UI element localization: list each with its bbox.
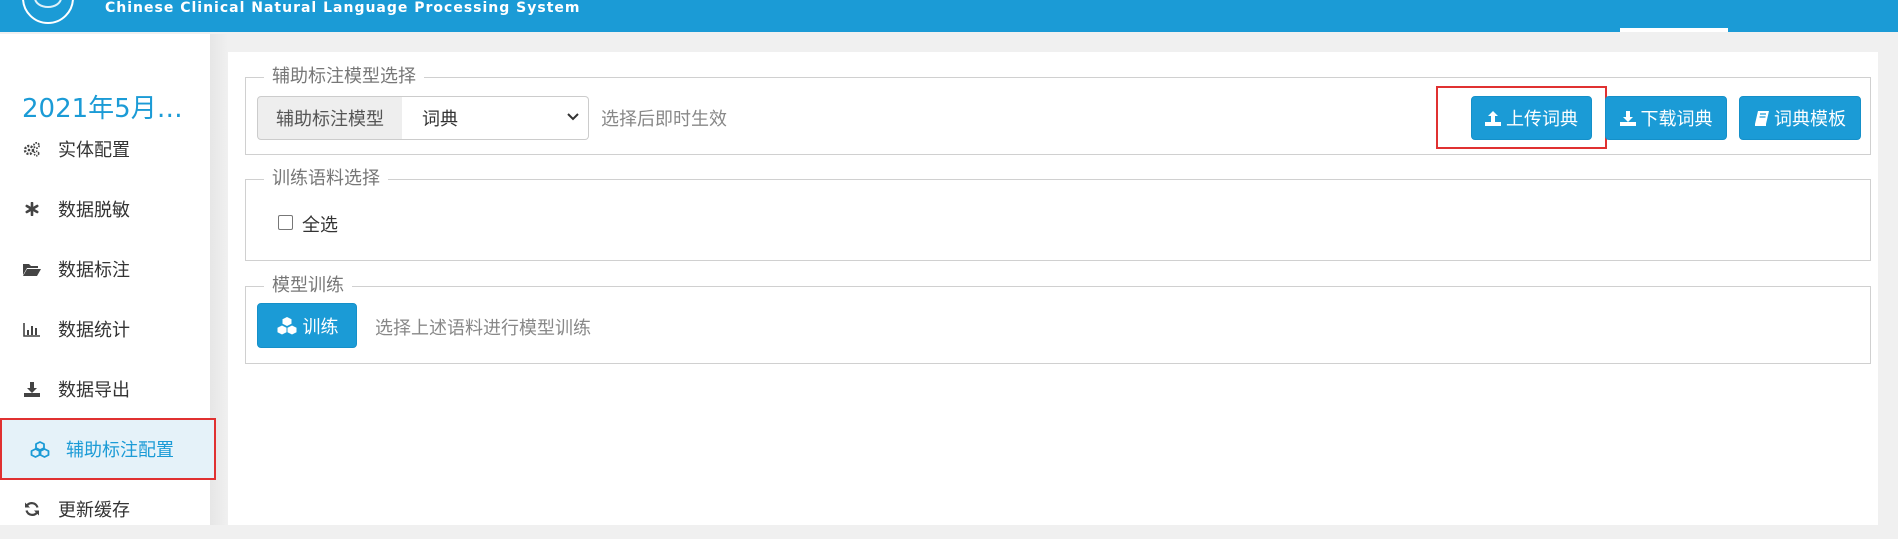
folder-open-icon	[22, 259, 42, 279]
train-button[interactable]: 训练	[257, 303, 357, 348]
sidebar-item-data-masking[interactable]: 数据脱敏	[0, 179, 210, 239]
download-icon	[22, 379, 42, 399]
download-dictionary-label: 下载词典	[1640, 109, 1713, 130]
sidebar-item-refresh-cache[interactable]: 更新缓存	[0, 479, 210, 539]
chevron-down-icon	[566, 108, 580, 131]
corpus-select-legend: 训练语料选择	[264, 169, 388, 189]
model-select-value: 词典	[422, 109, 458, 130]
sidebar-item-label: 数据标注	[58, 260, 130, 281]
dictionary-template-label: 词典模板	[1774, 109, 1846, 130]
bar-chart-icon	[22, 319, 42, 339]
sidebar-item-label: 实体配置	[58, 140, 130, 161]
sidebar-item-label: 数据脱敏	[58, 200, 130, 221]
sidebar-item-entity-config[interactable]: 实体配置	[0, 119, 210, 179]
sidebar-item-label: 辅助标注配置	[66, 440, 174, 461]
book-icon	[1755, 110, 1769, 126]
sidebar-item-data-annotation[interactable]: 数据标注	[0, 239, 210, 299]
sidebar-item-assist-annotation-config[interactable]: 辅助标注配置	[0, 418, 216, 480]
logo	[22, 0, 74, 24]
model-select-hint: 选择后即时生效	[601, 109, 727, 130]
sidebar-item-data-export[interactable]: 数据导出	[0, 359, 210, 419]
model-select[interactable]: 词典	[402, 96, 589, 140]
cubes-icon	[277, 316, 296, 334]
dictionary-template-button[interactable]: 词典模板	[1739, 96, 1861, 140]
select-all-label[interactable]: 全选	[302, 211, 338, 237]
gears-icon	[22, 139, 42, 159]
refresh-icon	[22, 499, 42, 519]
cubes-icon	[30, 439, 50, 459]
download-dictionary-button[interactable]: 下载词典	[1605, 96, 1727, 140]
main-content: 辅助标注模型选择 辅助标注模型 词典 选择后即时生效 上传词典 下载词典 词典模…	[228, 52, 1878, 525]
sidebar-item-label: 更新缓存	[58, 500, 130, 521]
download-icon	[1619, 110, 1636, 126]
top-bar: Chinese Clinical Natural Language Proces…	[0, 0, 1898, 32]
train-label: 训练	[302, 316, 339, 338]
upload-button-highlight	[1436, 86, 1607, 149]
system-title: Chinese Clinical Natural Language Proces…	[105, 0, 581, 16]
sidebar-item-label: 数据导出	[58, 380, 130, 401]
model-addon-label: 辅助标注模型	[257, 96, 403, 140]
sidebar-item-data-statistics[interactable]: 数据统计	[0, 299, 210, 359]
training-legend: 模型训练	[264, 276, 352, 296]
corpus-select-group: 训练语料选择	[245, 169, 1871, 261]
model-select-legend: 辅助标注模型选择	[264, 67, 424, 87]
training-hint: 选择上述语料进行模型训练	[375, 318, 591, 339]
top-tab-indicator	[1620, 28, 1728, 32]
select-all-checkbox[interactable]	[278, 215, 293, 230]
sidebar-item-label: 数据统计	[58, 320, 130, 341]
asterisk-icon	[22, 199, 42, 219]
